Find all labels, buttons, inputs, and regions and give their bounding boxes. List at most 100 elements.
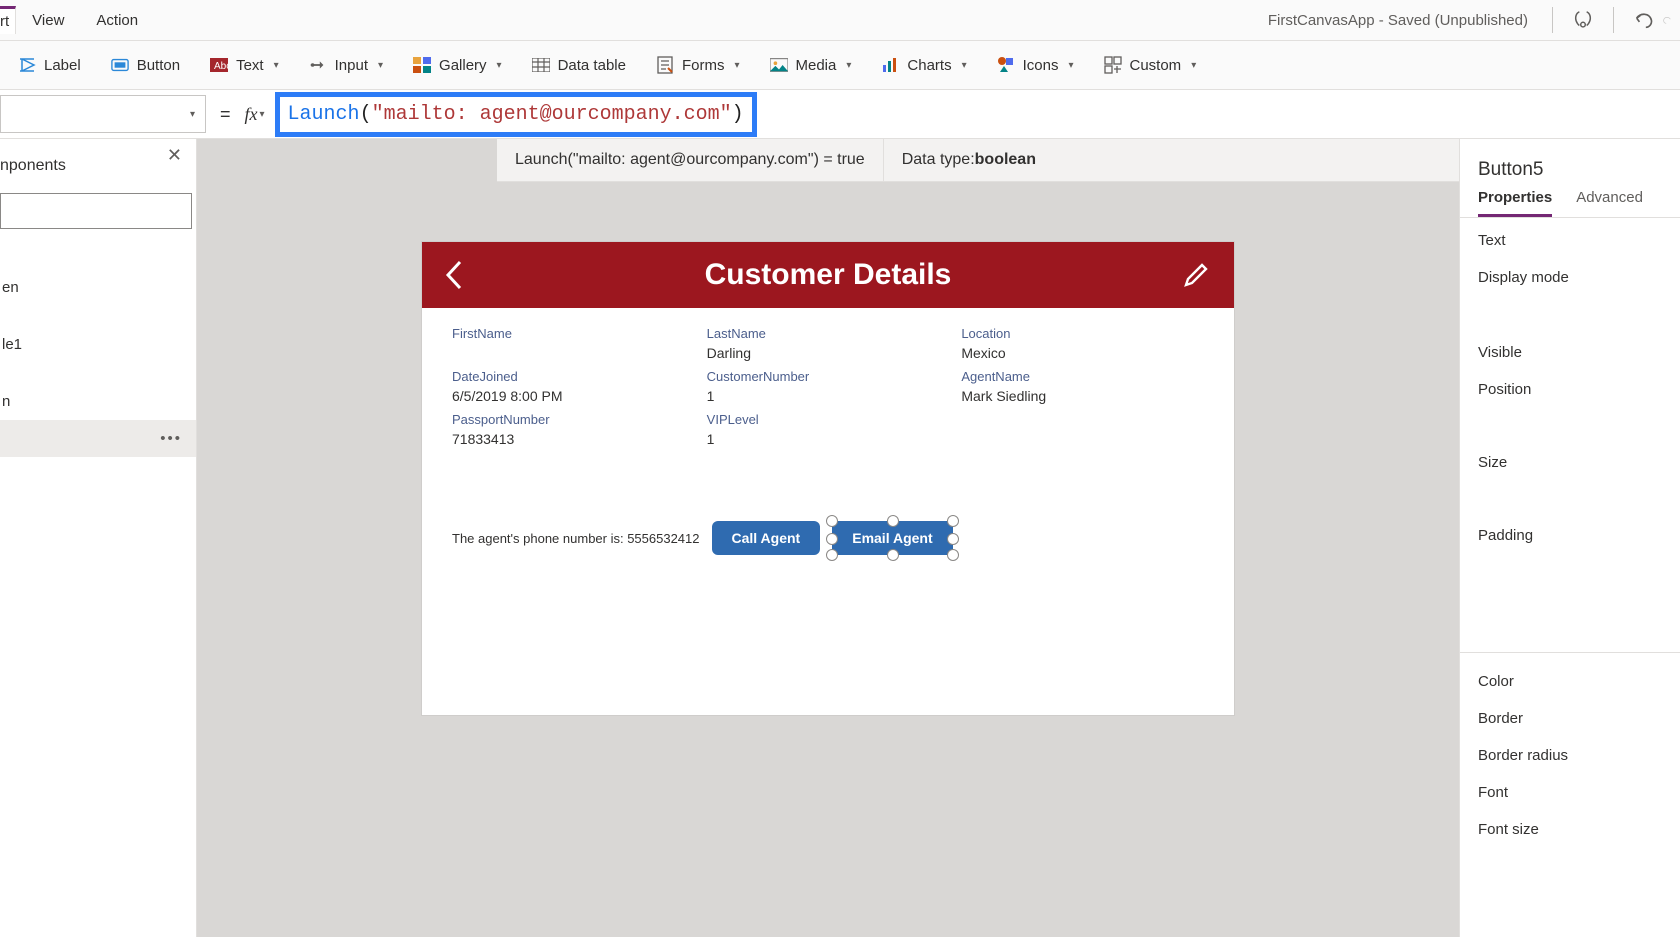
agent-phone-label: The agent's phone number is: 5556532412 [452, 531, 700, 546]
tab-advanced[interactable]: Advanced [1576, 189, 1643, 217]
formula-bar: ▾ = fx ▾ Launch("mailto: agent@ourcompan… [0, 90, 1680, 139]
prop-font[interactable]: Font [1478, 784, 1662, 801]
call-agent-button[interactable]: Call Agent [712, 521, 821, 555]
close-icon[interactable]: ✕ [167, 145, 182, 166]
field-datejoined: DateJoined 6/5/2019 8:00 PM [452, 369, 695, 404]
undo-icon[interactable] [1632, 8, 1656, 32]
prop-color[interactable]: Color [1478, 673, 1662, 690]
redo-icon[interactable] [1662, 8, 1672, 32]
chevron-down-icon: ▾ [1191, 60, 1196, 71]
chevron-down-icon: ▾ [274, 60, 279, 71]
ribbon-data-table[interactable]: Data table [520, 50, 638, 80]
forms-icon [656, 56, 674, 74]
ribbon-gallery[interactable]: Gallery ▾ [401, 50, 514, 80]
chevron-down-icon: ▾ [962, 60, 967, 71]
formula-input-wrap: Launch("mailto: agent@ourcompany.com") [275, 91, 1680, 137]
tree-item-selected[interactable]: ••• [0, 420, 196, 457]
detail-form: FirstName LastName Darling Location Mexi… [422, 308, 1234, 715]
back-icon[interactable] [442, 258, 466, 292]
field-location: Location Mexico [961, 326, 1204, 361]
resize-handle[interactable] [947, 533, 959, 545]
formula-input[interactable]: Launch("mailto: agent@ourcompany.com") [280, 101, 752, 128]
app-header: Customer Details [422, 242, 1234, 308]
prop-display-mode[interactable]: Display mode [1478, 269, 1662, 286]
app-screen[interactable]: Customer Details FirstName LastName [422, 242, 1234, 715]
menu-item-view[interactable]: View [16, 4, 80, 37]
formula-result-bar: Launch("mailto: agent@ourcompany.com") =… [497, 139, 1459, 182]
app-name: FirstCanvasApp [1268, 12, 1375, 29]
resize-handle[interactable] [947, 515, 959, 527]
field-agentname: AgentName Mark Siedling [961, 369, 1204, 404]
properties-panel: Button5 Properties Advanced Text Display… [1459, 139, 1680, 937]
tree-item[interactable]: le1 [0, 326, 196, 363]
ribbon-icons[interactable]: Icons ▾ [985, 50, 1086, 80]
canvas-scroll[interactable]: Customer Details FirstName LastName [197, 182, 1459, 715]
tree-item[interactable]: en [0, 269, 196, 306]
prop-border-radius[interactable]: Border radius [1478, 747, 1662, 764]
tree-item[interactable] [0, 363, 196, 383]
canvas-area: Launch("mailto: agent@ourcompany.com") =… [197, 139, 1459, 937]
ribbon-text[interactable]: Abc Text ▾ [198, 50, 291, 80]
ribbon-custom[interactable]: Custom ▾ [1092, 50, 1209, 80]
app-status: FirstCanvasApp - Saved (Unpublished) [1268, 12, 1540, 29]
button-row: The agent's phone number is: 5556532412 … [452, 521, 1204, 555]
tab-properties[interactable]: Properties [1478, 189, 1552, 217]
more-icon[interactable]: ••• [160, 430, 182, 447]
formula-highlight: Launch("mailto: agent@ourcompany.com") [275, 92, 757, 137]
resize-handle[interactable] [947, 549, 959, 561]
tree-view-panel: ✕ nponents en le1 n ••• [0, 139, 197, 937]
field-customernumber: CustomerNumber 1 [707, 369, 950, 404]
fx-label[interactable]: fx ▾ [245, 104, 275, 125]
menu-item-action[interactable]: Action [80, 4, 154, 37]
chevron-down-icon: ▾ [497, 60, 502, 71]
table-icon [532, 56, 550, 74]
prop-visible[interactable]: Visible [1478, 344, 1662, 361]
title-bar-icons [1540, 7, 1672, 33]
prop-padding[interactable]: Padding [1478, 527, 1662, 544]
charts-icon [881, 56, 899, 74]
ribbon-forms[interactable]: Forms ▾ [644, 50, 752, 80]
tree-tab-components[interactable]: nponents [0, 157, 66, 184]
tree-item[interactable] [0, 249, 196, 269]
edit-icon[interactable] [1182, 261, 1210, 289]
custom-icon [1104, 56, 1122, 74]
app-checker-icon[interactable] [1571, 8, 1595, 32]
ribbon-input[interactable]: Input ▾ [297, 50, 395, 80]
prop-font-size[interactable]: Font size [1478, 821, 1662, 838]
chevron-down-icon: ▾ [734, 60, 739, 71]
fields-grid: FirstName LastName Darling Location Mexi… [452, 326, 1204, 447]
property-selector[interactable]: ▾ [0, 95, 206, 133]
input-icon [309, 56, 327, 74]
resize-handle[interactable] [826, 549, 838, 561]
ribbon-media[interactable]: Media ▾ [758, 50, 864, 80]
gallery-icon [413, 56, 431, 74]
properties-list: Text Display mode Visible Position Size … [1460, 218, 1680, 838]
active-menu-tab[interactable]: rt [0, 6, 16, 34]
chevron-down-icon: ▾ [260, 109, 265, 120]
icons-icon [997, 56, 1015, 74]
field-lastname: LastName Darling [707, 326, 950, 361]
selected-control-name: Button5 [1460, 149, 1680, 189]
tree-search-input[interactable] [0, 193, 192, 229]
prop-text[interactable]: Text [1478, 232, 1662, 249]
prop-border[interactable]: Border [1478, 710, 1662, 727]
text-icon: Abc [210, 56, 228, 74]
media-icon [770, 56, 788, 74]
ribbon-charts[interactable]: Charts ▾ [869, 50, 978, 80]
chevron-down-icon: ▾ [846, 60, 851, 71]
menu-bar: rt View Action FirstCanvasApp - Saved (U… [0, 0, 1680, 41]
separator [1613, 7, 1614, 33]
ribbon-button[interactable]: Button [99, 50, 192, 80]
chevron-down-icon: ▾ [378, 60, 383, 71]
tree-item[interactable]: n [0, 383, 196, 420]
formula-evaluation: Launch("mailto: agent@ourcompany.com") =… [497, 139, 883, 181]
ribbon-label[interactable]: Label [6, 50, 93, 80]
chevron-down-icon: ▾ [190, 109, 195, 120]
separator [1552, 7, 1553, 33]
properties-tabs: Properties Advanced [1460, 189, 1680, 217]
tree-item[interactable] [0, 306, 196, 326]
prop-size[interactable]: Size [1478, 454, 1662, 471]
tree-list: en le1 n ••• [0, 239, 196, 937]
prop-position[interactable]: Position [1478, 381, 1662, 398]
resize-handle[interactable] [887, 549, 899, 561]
